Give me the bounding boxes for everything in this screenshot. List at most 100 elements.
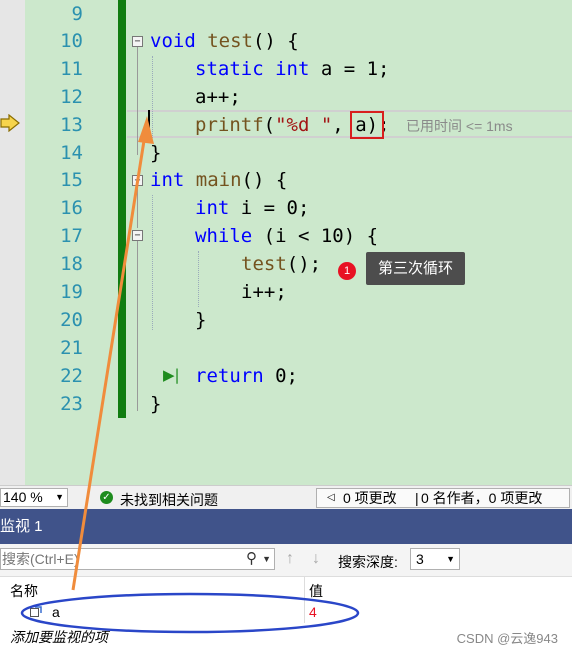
code-text: (); bbox=[286, 253, 322, 275]
arrow-icon: ◁ bbox=[327, 492, 335, 503]
chevron-down-icon[interactable]: ▼ bbox=[262, 549, 271, 569]
code-line-18[interactable]: test(); bbox=[241, 250, 321, 278]
code-line-22[interactable]: return 0; bbox=[195, 362, 298, 390]
highlight-box bbox=[350, 111, 384, 139]
watch-window-title[interactable]: 监视 1 bbox=[0, 509, 572, 544]
watch-grid-header: 名称 值 bbox=[0, 576, 572, 603]
line-number: 21 bbox=[60, 337, 83, 359]
depth-value: 3 bbox=[416, 551, 424, 567]
code-text: 0; bbox=[263, 365, 298, 387]
code-text: () { bbox=[241, 169, 288, 191]
code-line-11[interactable]: static int a = 1; bbox=[195, 55, 390, 83]
keyword: static bbox=[195, 58, 264, 80]
variable-icon bbox=[30, 606, 42, 617]
watch-row[interactable]: a 4 bbox=[0, 601, 572, 623]
search-icon[interactable]: ⚲ bbox=[246, 549, 257, 569]
line-number: 23 bbox=[60, 393, 83, 415]
line-number: 11 bbox=[60, 58, 83, 80]
line-number: 22 bbox=[60, 365, 83, 387]
zoom-dropdown[interactable]: 140 % ▼ bbox=[0, 488, 68, 507]
keyword: void bbox=[150, 30, 196, 52]
issues-status[interactable]: 未找到相关问题 bbox=[120, 490, 218, 510]
annotation-label: 第三次循环 bbox=[366, 252, 465, 285]
indicator-margin[interactable] bbox=[0, 0, 25, 485]
arrow-down-icon[interactable]: ↓ bbox=[312, 550, 320, 568]
keyword: int bbox=[150, 169, 185, 191]
text-caret bbox=[148, 110, 150, 135]
keyword: int bbox=[195, 197, 230, 219]
watch-search-input[interactable]: 搜索(Ctrl+E) ⚲ ▼ bbox=[0, 548, 275, 570]
authors-count[interactable]: 0 名作者，0 项更改 bbox=[421, 489, 542, 507]
function-name: printf bbox=[195, 114, 264, 136]
watch-variable-name[interactable]: a bbox=[52, 604, 60, 620]
indent-guide bbox=[152, 195, 153, 330]
add-watch-row[interactable]: 添加要监视的项 CSDN @云逸943 bbox=[0, 623, 572, 650]
keyword: int bbox=[275, 58, 310, 80]
divider-icon: | bbox=[415, 490, 419, 506]
code-line-10[interactable]: void test() { bbox=[150, 27, 299, 55]
changes-count[interactable]: 0 项更改 bbox=[343, 489, 397, 507]
collapse-toggle-icon[interactable]: − bbox=[132, 230, 143, 241]
line-number: 18 bbox=[60, 253, 83, 275]
line-number: 16 bbox=[60, 197, 83, 219]
outline-line bbox=[137, 47, 138, 155]
line-number: 15 bbox=[60, 169, 83, 191]
watch-variable-value[interactable]: 4 bbox=[309, 604, 317, 620]
code-text: () { bbox=[252, 30, 299, 52]
code-line-16[interactable]: int i = 0; bbox=[195, 194, 309, 222]
code-text: i = 0; bbox=[229, 197, 310, 219]
chevron-down-icon: ▼ bbox=[55, 492, 64, 502]
column-divider[interactable] bbox=[304, 577, 305, 602]
outline-line bbox=[137, 186, 138, 228]
chevron-down-icon: ▼ bbox=[446, 554, 455, 564]
indent-guide bbox=[152, 56, 153, 138]
watermark-credit: CSDN @云逸943 bbox=[456, 631, 558, 646]
line-number: 12 bbox=[60, 86, 83, 108]
check-circle-icon: ✓ bbox=[100, 491, 113, 504]
column-header-value[interactable]: 值 bbox=[309, 581, 323, 601]
run-to-click-icon[interactable]: ▶| bbox=[163, 366, 180, 384]
search-depth-dropdown[interactable]: 3 ▼ bbox=[410, 548, 460, 570]
watch-toolbar: 搜索(Ctrl+E) ⚲ ▼ ↑ ↓ 搜索深度: 3 ▼ bbox=[0, 544, 572, 576]
search-placeholder: 搜索(Ctrl+E) bbox=[2, 551, 79, 567]
add-watch-placeholder[interactable]: 添加要监视的项 bbox=[10, 627, 108, 647]
code-text: a = 1; bbox=[309, 58, 390, 80]
line-number: 20 bbox=[60, 309, 83, 331]
line-number: 17 bbox=[60, 225, 83, 247]
collapse-toggle-icon[interactable]: − bbox=[132, 36, 143, 47]
string-literal: "%d " bbox=[275, 114, 333, 136]
line-number: 9 bbox=[71, 3, 83, 25]
editor-status-bar: 140 % ▼ ✓ 未找到相关问题 ◁ 0 项更改 | 0 名作者，0 项更改 bbox=[0, 485, 572, 510]
line-number: 14 bbox=[60, 142, 83, 164]
collapse-toggle-icon[interactable]: − bbox=[132, 175, 143, 186]
perf-tip: 已用时间 <= 1ms bbox=[406, 118, 513, 134]
keyword: return bbox=[195, 365, 264, 387]
arrow-up-icon[interactable]: ↑ bbox=[286, 550, 294, 568]
annotation-number-badge: 1 bbox=[338, 262, 356, 280]
column-header-name[interactable]: 名称 bbox=[10, 581, 38, 601]
code-line-12[interactable]: a++; bbox=[195, 83, 241, 111]
outline-line bbox=[137, 241, 138, 411]
code-line-14[interactable]: } bbox=[150, 139, 161, 167]
git-changes-area[interactable]: ◁ 0 项更改 | 0 名作者，0 项更改 bbox=[316, 488, 570, 508]
code-line-19[interactable]: i++; bbox=[241, 278, 287, 306]
function-name: test bbox=[207, 30, 253, 52]
keyword: while bbox=[195, 225, 253, 247]
search-depth-label: 搜索深度: bbox=[338, 554, 398, 570]
line-number: 13 bbox=[60, 114, 83, 136]
watch-title-text: 监视 1 bbox=[0, 518, 43, 535]
zoom-value: 140 % bbox=[3, 489, 43, 505]
code-line-20[interactable]: } bbox=[195, 306, 206, 334]
indent-guide bbox=[198, 251, 199, 307]
code-line-15[interactable]: int main() { bbox=[150, 166, 287, 194]
column-divider bbox=[304, 601, 305, 623]
code-text: ( bbox=[263, 114, 276, 136]
instruction-pointer-arrow-icon bbox=[0, 114, 20, 132]
code-editor[interactable]: 9 10 11 12 13 14 15 16 17 18 19 20 21 22… bbox=[0, 0, 572, 485]
function-name: main bbox=[195, 169, 242, 191]
function-name: test bbox=[241, 253, 287, 275]
change-tracking-bar bbox=[118, 0, 126, 418]
code-line-23[interactable]: } bbox=[150, 390, 161, 418]
line-number: 10 bbox=[60, 30, 83, 52]
code-line-17[interactable]: while (i < 10) { bbox=[195, 222, 378, 250]
